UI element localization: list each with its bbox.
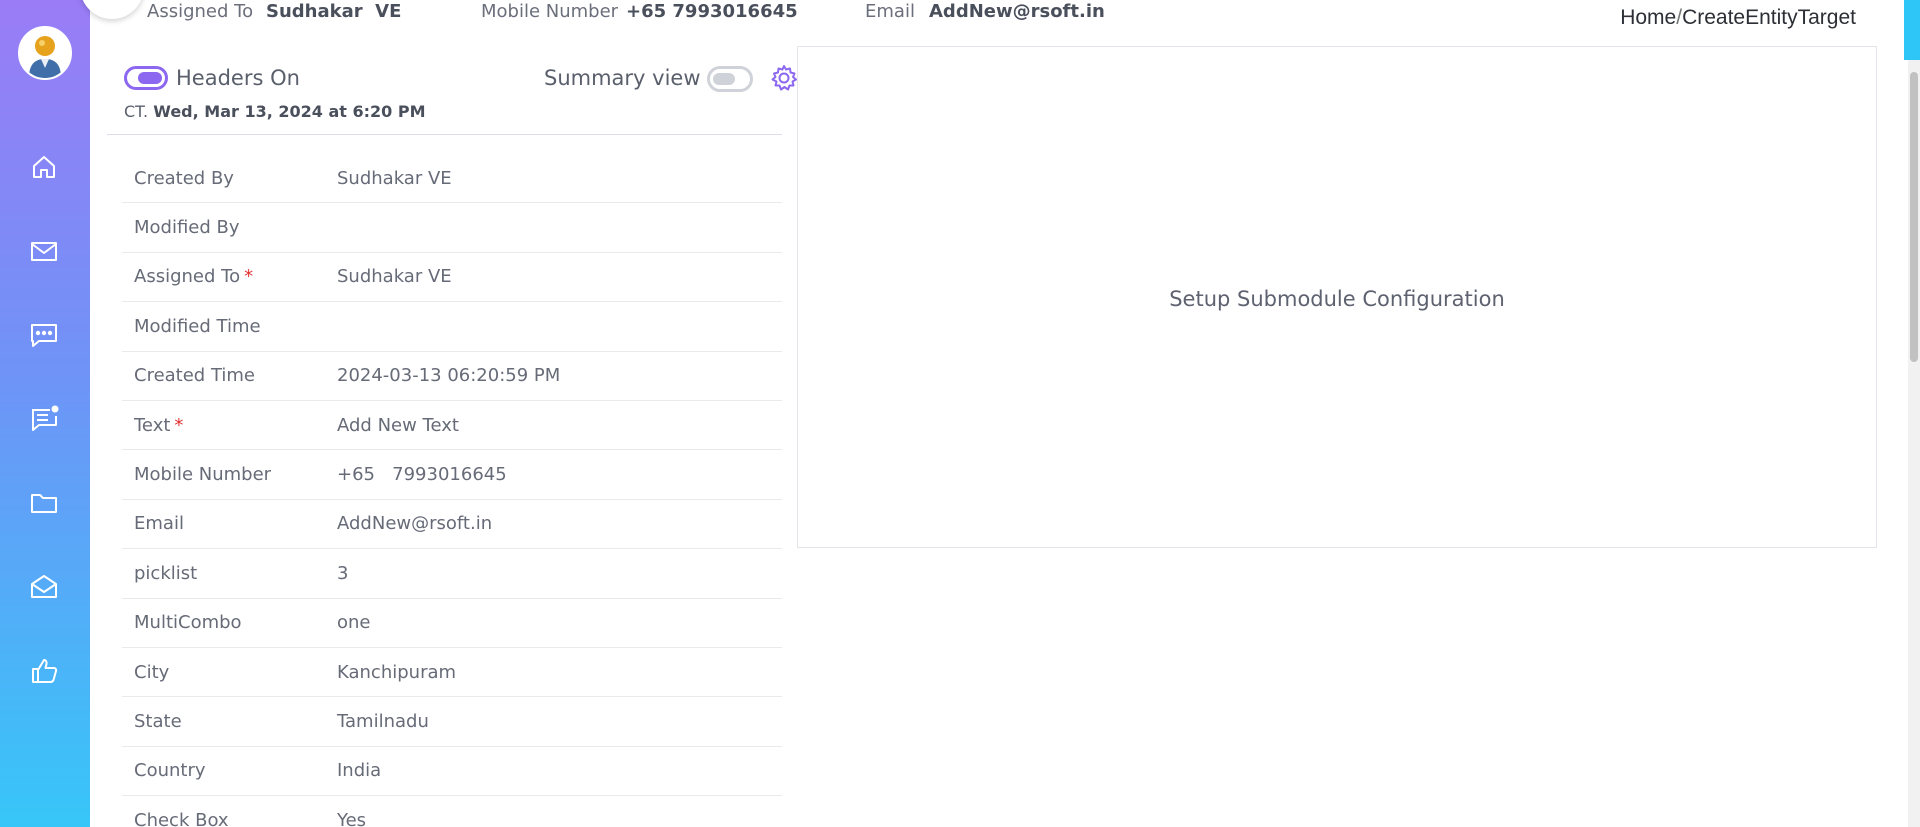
summary-view-label: Summary view bbox=[544, 66, 701, 90]
breadcrumb: Home/CreateEntityTarget bbox=[1620, 6, 1856, 30]
field-row: City Kanchipuram bbox=[122, 648, 782, 698]
required-marker: * bbox=[174, 414, 184, 436]
field-label: picklist bbox=[122, 563, 337, 584]
mobile-number-label: Mobile Number bbox=[481, 1, 619, 22]
field-row: Text * Add New Text bbox=[122, 401, 782, 451]
breadcrumb-current: CreateEntityTarget bbox=[1682, 6, 1856, 29]
field-label-text: picklist bbox=[134, 562, 198, 584]
field-label: MultiCombo bbox=[122, 612, 337, 633]
field-row: Created Time 2024-03-13 06:20:59 PM bbox=[122, 352, 782, 401]
mail-icon[interactable] bbox=[27, 234, 61, 268]
view-toggles: Headers On Summary view bbox=[124, 54, 797, 94]
submodule-panel: Setup Submodule Configuration bbox=[797, 46, 1877, 548]
field-label-text: Country bbox=[134, 760, 206, 782]
notes-icon[interactable] bbox=[27, 402, 61, 436]
field-label: State bbox=[122, 711, 337, 732]
email-label: Email bbox=[865, 1, 915, 22]
field-value[interactable]: Add New Text bbox=[337, 415, 459, 436]
field-value[interactable]: Kanchipuram bbox=[337, 662, 456, 683]
assigned-to-label: Assigned To bbox=[147, 1, 254, 22]
thumbs-up-icon[interactable] bbox=[27, 654, 61, 688]
field-row: Check Box Yes bbox=[122, 796, 782, 827]
field-value[interactable]: one bbox=[337, 612, 371, 633]
side-tab[interactable] bbox=[1904, 0, 1920, 60]
required-marker: * bbox=[244, 266, 254, 288]
gear-icon[interactable] bbox=[769, 63, 799, 93]
field-row: Modified By bbox=[122, 203, 782, 253]
headers-toggle[interactable] bbox=[124, 66, 168, 90]
field-label-text: Modified By bbox=[134, 217, 240, 239]
field-row: Assigned To * Sudhakar VE bbox=[122, 253, 782, 303]
header-divider bbox=[107, 134, 782, 135]
open-mail-icon[interactable] bbox=[27, 570, 61, 604]
folder-icon[interactable] bbox=[27, 486, 61, 520]
user-avatar[interactable] bbox=[18, 26, 72, 80]
field-label-text: State bbox=[134, 710, 182, 732]
field-value[interactable]: India bbox=[337, 760, 381, 781]
field-row: State Tamilnadu bbox=[122, 697, 782, 747]
field-label-text: Email bbox=[134, 513, 184, 535]
setup-submodule-message[interactable]: Setup Submodule Configuration bbox=[798, 287, 1876, 311]
field-label-text: Created By bbox=[134, 167, 234, 189]
field-label: Email bbox=[122, 513, 337, 534]
field-value[interactable]: Tamilnadu bbox=[337, 711, 429, 732]
field-label-text: Created Time bbox=[134, 365, 256, 387]
field-row: Created By Sudhakar VE bbox=[122, 154, 782, 204]
field-label: Created By bbox=[122, 168, 337, 189]
email-value: AddNew@rsoft.in bbox=[929, 1, 1105, 22]
field-label: Mobile Number bbox=[122, 464, 337, 485]
field-label-text: City bbox=[134, 661, 170, 683]
field-label-text: Assigned To bbox=[134, 266, 241, 288]
field-label-text: Text bbox=[134, 414, 171, 436]
summary-view-toggle[interactable] bbox=[707, 66, 753, 92]
field-label: Assigned To * bbox=[122, 266, 337, 287]
field-value[interactable]: 3 bbox=[337, 563, 348, 584]
field-label: Modified Time bbox=[122, 316, 337, 337]
field-row: Country India bbox=[122, 747, 782, 797]
field-label-text: MultiCombo bbox=[134, 612, 242, 634]
sidebar bbox=[0, 0, 90, 827]
field-value[interactable]: AddNew@rsoft.in bbox=[337, 513, 492, 534]
field-label: City bbox=[122, 662, 337, 683]
page-scrollbar[interactable] bbox=[1908, 60, 1920, 827]
scrollbar-thumb[interactable] bbox=[1910, 72, 1918, 362]
created-value: Wed, Mar 13, 2024 at 6:20 PM bbox=[153, 102, 426, 121]
field-value[interactable]: Sudhakar VE bbox=[337, 168, 452, 189]
field-value[interactable]: Yes bbox=[337, 810, 366, 827]
headers-toggle-label: Headers On bbox=[176, 66, 300, 90]
assigned-to-value: Sudhakar VE bbox=[266, 1, 402, 22]
breadcrumb-home[interactable]: Home bbox=[1620, 6, 1676, 29]
created-timestamp: CT. Wed, Mar 13, 2024 at 6:20 PM bbox=[124, 102, 426, 121]
home-icon[interactable] bbox=[27, 150, 61, 184]
field-row: MultiCombo one bbox=[122, 599, 782, 648]
field-row: picklist 3 bbox=[122, 549, 782, 599]
field-value[interactable]: +65 7993016645 bbox=[337, 464, 507, 485]
field-row: Email AddNew@rsoft.in bbox=[122, 500, 782, 550]
field-label-text: Modified Time bbox=[134, 315, 261, 337]
field-list: Created By Sudhakar VE Modified By Assigned… bbox=[122, 154, 782, 827]
user-avatar-icon bbox=[20, 28, 70, 78]
field-label-text: Check Box bbox=[134, 810, 229, 827]
field-row: Modified Time bbox=[122, 302, 782, 352]
chat-icon[interactable] bbox=[27, 318, 61, 352]
mobile-number-value: +65 7993016645 bbox=[626, 1, 798, 22]
field-label: Created Time bbox=[122, 365, 337, 386]
field-label: Text * bbox=[122, 415, 337, 436]
field-label: Modified By bbox=[122, 217, 337, 238]
field-value[interactable]: 2024-03-13 06:20:59 PM bbox=[337, 365, 560, 386]
field-label: Country bbox=[122, 760, 337, 781]
field-row: Mobile Number +65 7993016645 bbox=[122, 450, 782, 500]
field-label: Check Box bbox=[122, 810, 337, 827]
field-label-text: Mobile Number bbox=[134, 464, 272, 486]
created-prefix: CT. bbox=[124, 102, 149, 121]
field-value[interactable]: Sudhakar VE bbox=[337, 266, 452, 287]
